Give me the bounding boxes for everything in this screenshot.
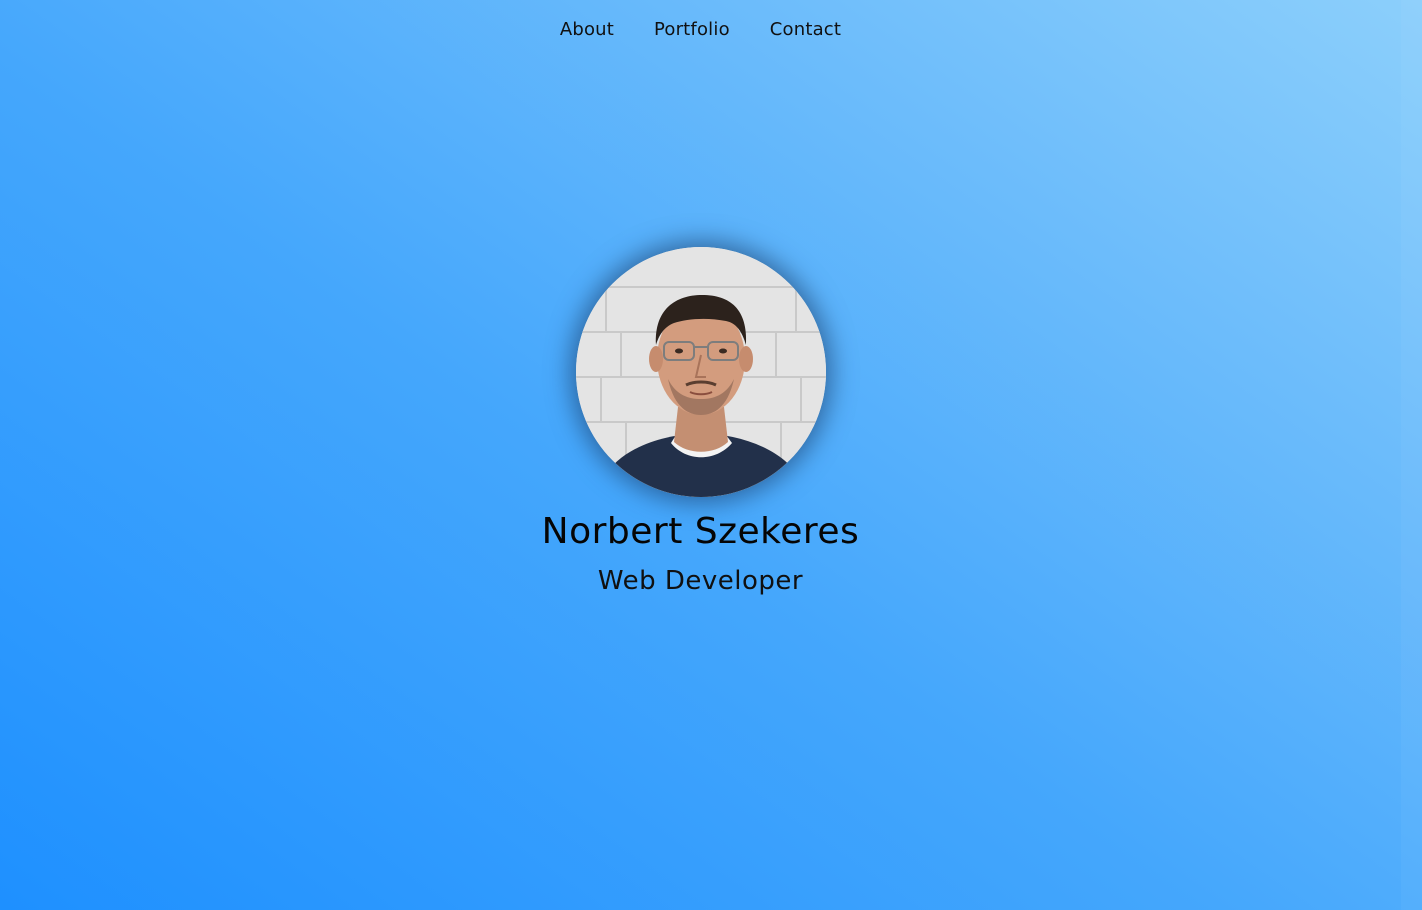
job-title: Web Developer [597, 566, 804, 596]
hero-section: Norbert Szekeres Web Developer [0, 247, 1401, 596]
page-scrollbar[interactable] [1401, 0, 1422, 910]
nav-item-about[interactable]: About [560, 19, 614, 40]
avatar [575, 247, 826, 497]
profile-photo [575, 247, 826, 497]
nav-item-contact[interactable]: Contact [770, 19, 841, 40]
nav-item-portfolio[interactable]: Portfolio [654, 19, 730, 40]
page-title: Norbert Szekeres [541, 511, 860, 552]
top-nav: About Portfolio Contact [0, 19, 1401, 40]
